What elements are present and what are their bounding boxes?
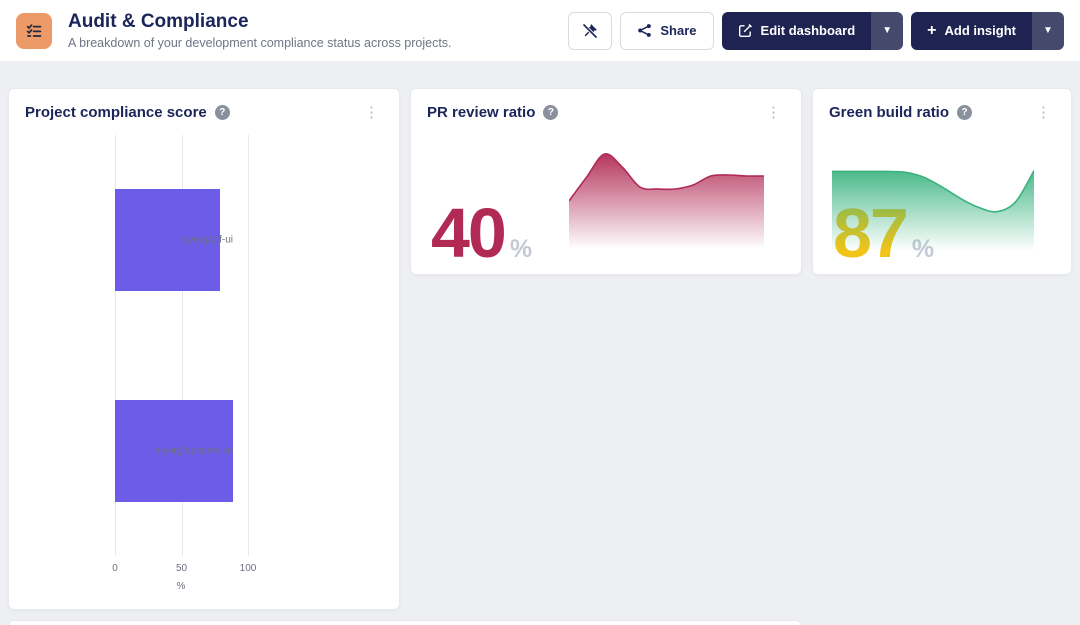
plus-icon: + <box>927 23 936 39</box>
page-subtitle: A breakdown of your development complian… <box>68 36 452 50</box>
edit-icon <box>738 23 753 38</box>
share-button-label: Share <box>660 23 696 38</box>
list-checks-icon <box>25 22 43 40</box>
pin-off-icon <box>581 22 599 40</box>
card-pr-compliance-feed: PR compliance feed ? ⋮ Title▲▼Merged dat… <box>8 620 802 625</box>
pr-review-value: 40 <box>431 198 505 268</box>
edit-dashboard-label: Edit dashboard <box>761 23 856 38</box>
x-tick-label: 0 <box>112 563 118 574</box>
bar-plot <box>115 135 248 556</box>
dashboard-header: Audit & Compliance A breakdown of your d… <box>0 0 1080 62</box>
kpi-pr-review: 40 % <box>431 198 532 268</box>
bar-xaxis-label: % <box>177 581 186 592</box>
help-icon[interactable]: ? <box>957 105 972 120</box>
chevron-down-icon: ▼ <box>1043 25 1053 36</box>
pr-review-unit: % <box>510 235 532 264</box>
card-title: PR review ratio <box>427 104 535 121</box>
add-insight-button[interactable]: + Add insight <box>911 12 1032 50</box>
chevron-down-icon: ▼ <box>882 25 892 36</box>
card-green-build-ratio: Green build ratio ? ⋮ 87 % <box>812 88 1072 275</box>
edit-dashboard-caret-button[interactable]: ▼ <box>871 12 903 50</box>
help-icon[interactable]: ? <box>215 105 230 120</box>
dashboard-icon <box>16 13 52 49</box>
card-project-compliance-score: Project compliance score ? ⋮ myorg/ptf-u… <box>8 88 400 610</box>
pr-review-sparkline <box>569 149 764 249</box>
edit-dashboard-split-button: Edit dashboard ▼ <box>722 12 904 50</box>
x-tick-label: 100 <box>240 563 257 574</box>
add-insight-caret-button[interactable]: ▼ <box>1032 12 1064 50</box>
card-title: Green build ratio <box>829 104 949 121</box>
unpin-button[interactable] <box>568 12 612 50</box>
kebab-menu-icon[interactable]: ⋮ <box>762 103 785 122</box>
page-title: Audit & Compliance <box>68 11 452 33</box>
bar-category-label: myorg/opsservice <box>155 445 233 456</box>
share-icon <box>637 23 652 38</box>
bar-category-label: myorg/ptf-ui <box>180 235 233 246</box>
x-tick-label: 50 <box>176 563 187 574</box>
gridline <box>248 135 249 556</box>
bar-ticks: 050100 <box>115 563 248 577</box>
help-icon[interactable]: ? <box>543 105 558 120</box>
add-insight-split-button: + Add insight ▼ <box>911 12 1064 50</box>
card-pr-review-ratio: PR review ratio ? ⋮ 40 % <box>410 88 802 275</box>
dashboard-grid: PR review ratio ? ⋮ 40 % Green build rat… <box>0 62 1080 625</box>
edit-dashboard-button[interactable]: Edit dashboard <box>722 12 872 50</box>
kebab-menu-icon[interactable]: ⋮ <box>360 103 383 122</box>
share-button[interactable]: Share <box>620 12 713 50</box>
add-insight-label: Add insight <box>945 23 1017 38</box>
card-title: Project compliance score <box>25 104 207 121</box>
green-build-sparkline <box>832 169 1034 251</box>
kebab-menu-icon[interactable]: ⋮ <box>1032 103 1055 122</box>
